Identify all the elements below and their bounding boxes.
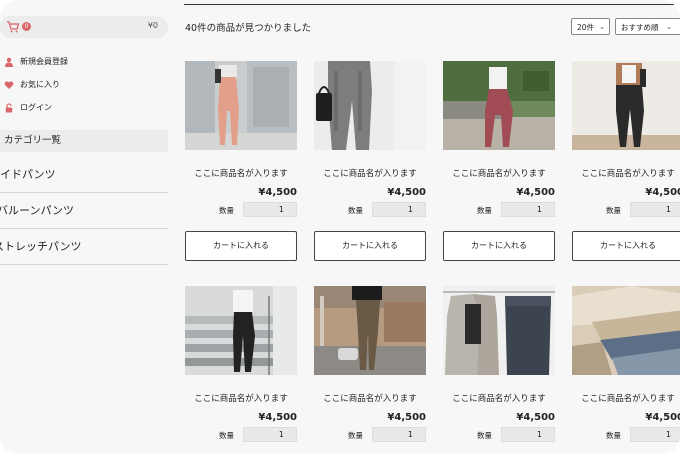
product-image[interactable] — [185, 61, 297, 150]
product-price: ¥4,500 — [258, 412, 297, 423]
heart-icon — [4, 80, 14, 89]
cart-total: ¥0 — [147, 21, 158, 30]
per-page-select[interactable]: 20件 ⌄ — [571, 18, 610, 35]
quantity-input[interactable]: 1 — [243, 202, 297, 217]
chevron-down-icon: ⌄ — [599, 23, 605, 31]
chevron-down-icon: ⌄ — [666, 23, 672, 31]
quantity-input[interactable]: 1 — [372, 427, 426, 442]
quantity-input[interactable]: 1 — [630, 427, 680, 442]
quantity-label: 数量 — [477, 206, 492, 215]
add-to-cart-button[interactable]: カートに入れる — [185, 231, 297, 261]
product-price: ¥4,500 — [516, 412, 555, 423]
quantity-input[interactable]: 1 — [630, 202, 680, 217]
product-image[interactable] — [443, 61, 555, 150]
product-image[interactable] — [314, 286, 426, 375]
sidebar: 0 ¥0 新規会員登録 お気に入り ログイン カテゴリ一覧 ワイドパンツ バルー — [0, 0, 170, 454]
register-link-label: 新規会員登録 — [20, 57, 68, 66]
quantity-input[interactable]: 1 — [243, 427, 297, 442]
category-stretch-pants[interactable]: ストレッチパンツ — [0, 229, 168, 265]
per-page-value: 20件 — [577, 23, 595, 32]
header-divider — [184, 4, 680, 5]
product-list-area: 40件の商品が見つかりました 20件 ⌄ おすすめ順 ⌄ ここに商品名が入ります… — [170, 0, 680, 454]
add-to-cart-button[interactable]: カートに入れる — [314, 231, 426, 261]
quantity-input[interactable]: 1 — [372, 202, 426, 217]
product-price: ¥4,500 — [387, 187, 426, 198]
category-wide-pants[interactable]: ワイドパンツ — [0, 157, 168, 193]
quantity-label: 数量 — [219, 431, 234, 440]
category-balloon-pants[interactable]: バルーンパンツ — [0, 193, 168, 229]
quantity-input[interactable]: 1 — [501, 427, 555, 442]
add-to-cart-button[interactable]: カートに入れる — [443, 231, 555, 261]
login-link[interactable]: ログイン — [4, 102, 52, 113]
quantity-label: 数量 — [219, 206, 234, 215]
lock-icon — [5, 102, 13, 112]
product-name[interactable]: ここに商品名が入ります — [443, 167, 555, 179]
product-image[interactable] — [185, 286, 297, 375]
product-name[interactable]: ここに商品名が入ります — [443, 392, 555, 404]
product-price: ¥4,500 — [258, 187, 297, 198]
product-price: ¥4,500 — [387, 412, 426, 423]
product-name[interactable]: ここに商品名が入ります — [185, 392, 297, 404]
result-count: 40件の商品が見つかりました — [185, 23, 312, 34]
sort-select[interactable]: おすすめ順 ⌄ — [615, 18, 680, 35]
product-name[interactable]: ここに商品名が入ります — [572, 167, 680, 179]
add-to-cart-button[interactable]: カートに入れる — [572, 231, 680, 261]
user-icon — [5, 57, 13, 67]
sort-value: おすすめ順 — [621, 23, 659, 32]
product-name[interactable]: ここに商品名が入ります — [314, 392, 426, 404]
product-image[interactable] — [314, 61, 426, 150]
quantity-label: 数量 — [477, 431, 492, 440]
quantity-label: 数量 — [348, 431, 363, 440]
category-heading: カテゴリ一覧 — [0, 130, 168, 152]
product-price: ¥4,500 — [645, 412, 680, 423]
product-image[interactable] — [572, 61, 680, 150]
favorites-link[interactable]: お気に入り — [4, 79, 60, 90]
product-price: ¥4,500 — [645, 187, 680, 198]
product-image[interactable] — [572, 286, 680, 375]
app-frame: 0 ¥0 新規会員登録 お気に入り ログイン カテゴリ一覧 ワイドパンツ バルー — [0, 0, 680, 454]
quantity-label: 数量 — [348, 206, 363, 215]
product-image[interactable] — [443, 286, 555, 375]
product-name[interactable]: ここに商品名が入ります — [185, 167, 297, 179]
favorites-link-label: お気に入り — [20, 80, 60, 89]
login-link-label: ログイン — [20, 103, 52, 112]
cart-bar[interactable]: 0 ¥0 — [0, 16, 168, 38]
product-price: ¥4,500 — [516, 187, 555, 198]
quantity-input[interactable]: 1 — [501, 202, 555, 217]
product-name[interactable]: ここに商品名が入ります — [314, 167, 426, 179]
cart-count-badge: 0 — [22, 22, 31, 31]
quantity-label: 数量 — [606, 206, 621, 215]
quantity-label: 数量 — [606, 431, 621, 440]
register-link[interactable]: 新規会員登録 — [4, 56, 68, 67]
product-name[interactable]: ここに商品名が入ります — [572, 392, 680, 404]
cart-icon — [7, 21, 20, 33]
